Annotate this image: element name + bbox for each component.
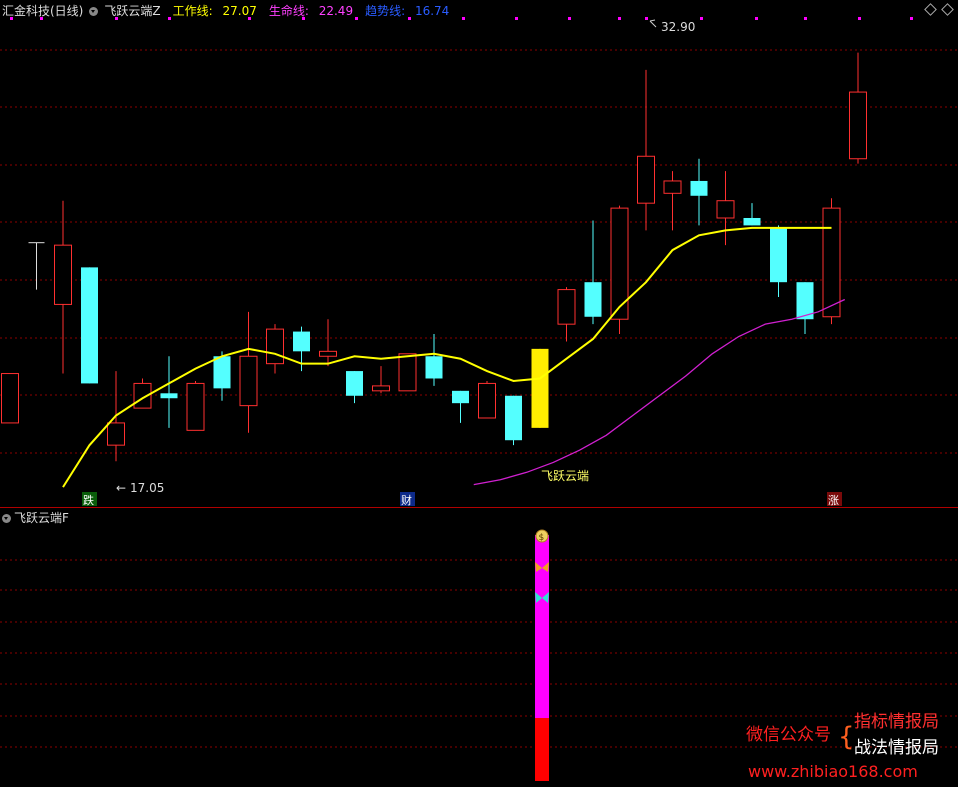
candle-body [266, 328, 284, 365]
trend-line [473, 298, 846, 486]
svg-text:微信公众号: 微信公众号 [746, 725, 831, 745]
candle-body [663, 180, 682, 194]
svg-text:跌: 跌 [83, 493, 94, 507]
high-price-annotation: 32.90 [649, 19, 695, 34]
tag-fall: 跌 [82, 492, 97, 507]
chart-header: 汇金科技(日线) 飞跃云端Z 工作线: 27.07 生命线: 22.49 趋势线: 16… [2, 2, 461, 19]
candle-body [398, 353, 417, 392]
subpanel-header[interactable]: 飞跃云端F [2, 509, 69, 526]
candle-body [372, 385, 390, 392]
candle-body [849, 91, 867, 160]
subpanel-signal-bar: $ [535, 529, 549, 781]
signal-dot [858, 17, 861, 20]
candle-body [690, 180, 708, 196]
signal-dot [618, 17, 621, 20]
svg-text:{: { [838, 722, 855, 752]
signal-dot [700, 17, 703, 20]
candle-body [81, 267, 98, 384]
candle-body [531, 348, 549, 428]
life-line-readout: 生命线: 22.49 [268, 4, 354, 18]
dropdown-icon[interactable] [89, 7, 99, 16]
candle-body [637, 155, 655, 204]
candle-body [293, 331, 310, 352]
work-line-readout: 工作线: 27.07 [172, 4, 257, 18]
candle-body [319, 350, 337, 357]
svg-text:$: $ [539, 533, 545, 543]
signal-label: 飞跃云端 [541, 469, 589, 483]
candle-body [452, 390, 469, 404]
candle-body [1, 373, 19, 424]
low-price-annotation: ← 17.05 [116, 481, 164, 495]
svg-text:17.05: 17.05 [130, 481, 164, 495]
candle-body [213, 356, 231, 389]
signal-dot [645, 17, 648, 20]
svg-text:←: ← [116, 481, 126, 495]
signal-dot [910, 17, 913, 20]
tag-wealth: 财 [400, 492, 415, 507]
candle-body [505, 395, 522, 441]
svg-text:32.90: 32.90 [661, 20, 695, 34]
svg-text:www.zhibiao168.com: www.zhibiao168.com [748, 762, 918, 781]
stock-chart[interactable]: 32.90 ← 17.05 飞跃云端 跌 财 涨 $ 微信公众号 { 指标情报局… [0, 0, 958, 787]
watermark: 微信公众号 { 指标情报局 战法情报局 www.zhibiao168.com [746, 712, 939, 781]
svg-text:指标情报局: 指标情报局 [854, 712, 939, 732]
candle-body [54, 244, 72, 305]
candlestick-series [1, 52, 867, 462]
candle-body [770, 227, 787, 283]
work-line [62, 226, 832, 488]
candle-body [186, 382, 205, 431]
signal-dot [515, 17, 518, 20]
signal-dot [462, 17, 465, 20]
signal-dot [804, 17, 807, 20]
signal-dot [568, 17, 571, 20]
candle-body [584, 282, 602, 317]
candle-body [743, 217, 761, 226]
svg-text:战法情报局: 战法情报局 [854, 738, 939, 758]
candle-body [822, 207, 841, 318]
svg-text:涨: 涨 [828, 494, 839, 507]
candle-body [716, 200, 735, 219]
candle-body [425, 356, 443, 379]
dropdown-icon[interactable] [2, 514, 11, 523]
stock-title[interactable]: 汇金科技(日线) [2, 4, 83, 18]
candle-body [346, 371, 363, 396]
candle-body [160, 393, 178, 399]
svg-text:财: 财 [401, 493, 412, 507]
subpanel-gridlines [0, 559, 958, 748]
tag-rise: 涨 [827, 492, 842, 507]
candle-body [478, 382, 496, 419]
candle-body [107, 422, 125, 446]
trend-line-readout: 趋势线: 16.74 [365, 4, 450, 18]
candle-body [557, 289, 576, 325]
candle-body [239, 355, 258, 407]
indicator-selector[interactable]: 飞跃云端Z [89, 4, 166, 18]
signal-dot [755, 17, 758, 20]
